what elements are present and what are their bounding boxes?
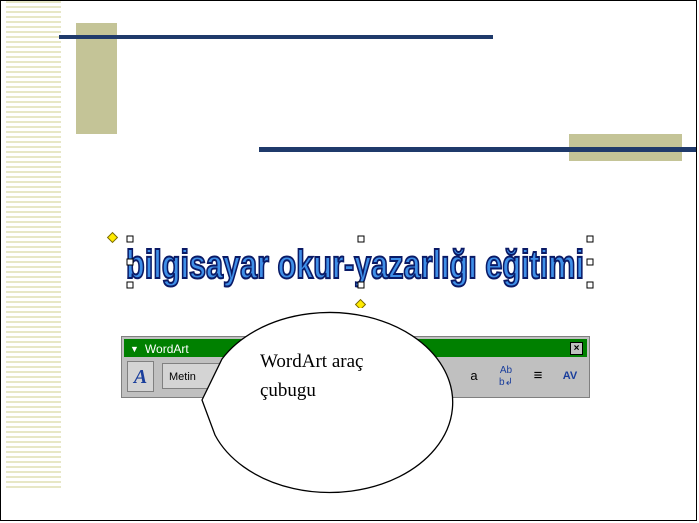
wordart-resize-handle-mr[interactable] — [586, 258, 594, 266]
wordart-adjust-handle-left[interactable] — [106, 231, 119, 244]
callout-line-2: çubugu — [260, 380, 316, 401]
wordart-resize-handle-tl[interactable] — [126, 235, 134, 243]
character-spacing-icon[interactable]: AV — [558, 363, 582, 389]
left-decor-stripe — [6, 1, 61, 490]
toolbar-menu-icon[interactable]: ▼ — [130, 340, 139, 358]
callout-text: WordArt araç çubugu — [260, 347, 363, 405]
alignment-icon[interactable]: ≡ — [526, 363, 550, 389]
wordart-resize-handle-br[interactable] — [586, 281, 594, 289]
wordart-resize-handle-bc[interactable] — [357, 281, 365, 289]
wordart-resize-handle-ml[interactable] — [126, 258, 134, 266]
callout-line-1: WordArt araç — [260, 351, 364, 372]
wordart-resize-handle-bl[interactable] — [126, 281, 134, 289]
wordart-resize-handle-tc[interactable] — [357, 235, 365, 243]
close-icon[interactable]: × — [570, 342, 583, 355]
vertical-text-icon[interactable]: Ab b↲ — [494, 363, 518, 391]
decor-bar-top — [59, 35, 493, 39]
decor-bar-middle — [259, 147, 696, 152]
wordart-insert-icon[interactable]: A — [127, 361, 154, 392]
wordart-text[interactable]: bilgisayar okur-yazarlığı eğitimi — [125, 242, 585, 288]
decor-block-top — [76, 23, 117, 134]
wordart-object[interactable]: bilgisayar okur-yazarlığı eğitimi — [105, 228, 600, 308]
wordart-resize-handle-tr[interactable] — [586, 235, 594, 243]
